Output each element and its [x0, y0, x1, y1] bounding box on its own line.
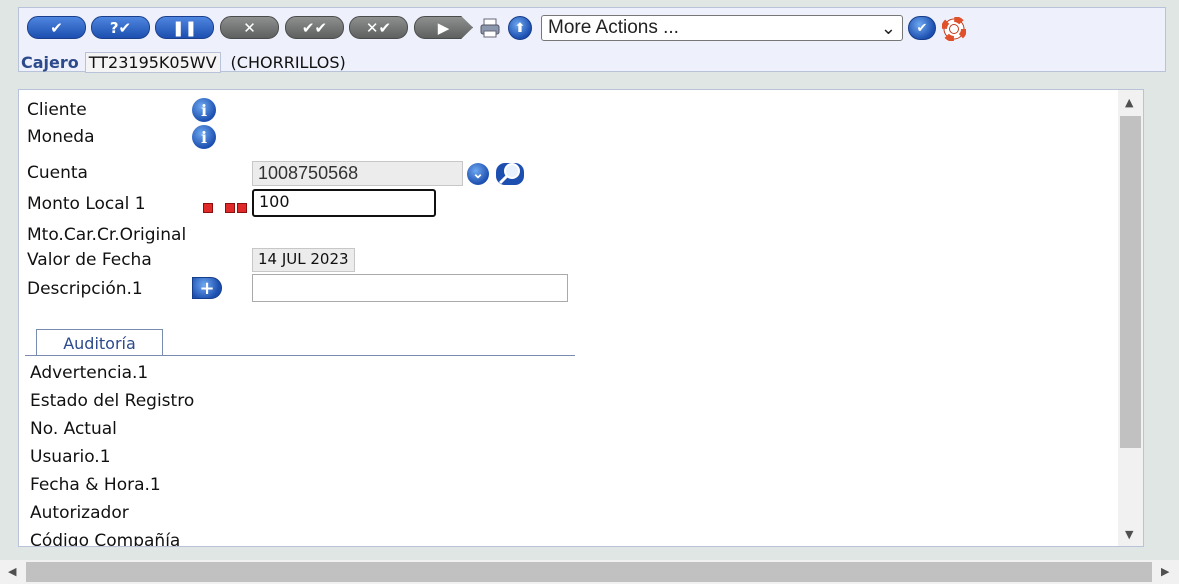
- lifebuoy-icon: [941, 16, 966, 41]
- delete-icon-button[interactable]: ✕: [220, 16, 279, 39]
- dropdown-button[interactable]: ⌄: [467, 163, 489, 185]
- mandatory-marker: [225, 203, 235, 213]
- scroll-up-icon[interactable]: ▲: [1125, 96, 1133, 109]
- descripcion-input[interactable]: [252, 274, 568, 302]
- scroll-thumb[interactable]: [1120, 116, 1141, 448]
- help-button[interactable]: [941, 16, 966, 41]
- authorise-icon-button[interactable]: ✔✔: [285, 16, 344, 39]
- fecha-hora-label: Fecha & Hora.1: [30, 475, 161, 495]
- chevron-down-icon: ⌄: [880, 18, 896, 38]
- close-icon: ✕: [243, 18, 256, 37]
- descripcion-label: Descripción.1: [27, 279, 143, 299]
- print-button[interactable]: [478, 16, 502, 40]
- info-icon[interactable]: i: [192, 98, 216, 122]
- printer-icon: [480, 18, 500, 38]
- estado-registro-label: Estado del Registro: [30, 391, 195, 411]
- mandatory-marker: [203, 203, 213, 213]
- moneda-label: Moneda: [27, 127, 95, 147]
- more-actions-value: More Actions ...: [548, 17, 679, 38]
- monto-local-input[interactable]: 100: [252, 189, 436, 217]
- double-check-icon: ✔✔: [301, 18, 328, 37]
- question-check-icon: ?✔: [109, 18, 132, 37]
- mto-car-label: Mto.Car.Cr.Original: [27, 225, 187, 245]
- cajero-id: TT23195K05WV: [84, 51, 221, 73]
- cuenta-field[interactable]: 1008750568: [252, 161, 463, 186]
- codigo-compania-label: Código Compañía: [30, 531, 181, 547]
- pause-icon: ❚❚: [171, 18, 198, 37]
- plus-icon: +: [199, 277, 215, 299]
- cliente-label: Cliente: [27, 100, 87, 120]
- play-icon: ▶: [437, 18, 450, 37]
- check-icon: ✔: [50, 18, 63, 37]
- cajero-branch: (CHORRILLOS): [230, 52, 346, 72]
- cuenta-label: Cuenta: [27, 163, 88, 183]
- magnifier-icon: [496, 163, 524, 185]
- monto-local-label: Monto Local 1: [27, 194, 146, 214]
- upload-button[interactable]: ⬆: [508, 16, 532, 40]
- horizontal-scrollbar[interactable]: ◀ ▶: [0, 560, 1179, 584]
- valor-fecha-label: Valor de Fecha: [27, 250, 152, 270]
- cross-check-icon: ✕✔: [365, 18, 392, 37]
- cajero-label: Cajero: [21, 52, 79, 72]
- more-actions-select[interactable]: More Actions ... ⌄: [541, 15, 903, 41]
- scroll-thumb[interactable]: [26, 562, 1152, 582]
- valor-fecha-field: 14 JUL 2023: [252, 248, 355, 272]
- tab-auditoria[interactable]: Auditoría: [36, 329, 163, 356]
- next-icon-button[interactable]: ▶: [414, 16, 473, 39]
- cajero-row: Cajero TT23195K05WV (CHORRILLOS): [21, 51, 346, 73]
- vertical-scrollbar[interactable]: ▲ ▼: [1118, 90, 1143, 546]
- usuario-label: Usuario.1: [30, 447, 111, 467]
- no-actual-label: No. Actual: [30, 419, 117, 439]
- hold-icon-button[interactable]: ❚❚: [155, 16, 214, 39]
- advertencia-label: Advertencia.1: [30, 363, 149, 383]
- chevron-down-icon: ⌄: [472, 166, 484, 182]
- validate-icon-button[interactable]: ?✔: [91, 16, 150, 39]
- go-button[interactable]: ✔: [908, 16, 936, 40]
- transaction-form: Cliente i Moneda i Cuenta 1008750568 ⌄ M…: [18, 89, 1144, 547]
- check-icon: ✔: [916, 20, 928, 36]
- toolbar: ✔ ?✔ ❚❚ ✕ ✔✔ ✕✔ ▶ ⬆ More Actions ... ⌄ ✔…: [18, 7, 1166, 73]
- expand-multivalue-button[interactable]: +: [192, 277, 222, 299]
- scroll-left-icon[interactable]: ◀: [8, 565, 16, 578]
- info-icon[interactable]: i: [192, 125, 216, 149]
- scroll-right-icon[interactable]: ▶: [1161, 565, 1169, 578]
- tab-divider: [25, 355, 575, 356]
- mandatory-marker: [237, 203, 247, 213]
- arrow-up-icon: ⬆: [514, 20, 526, 36]
- autorizador-label: Autorizador: [30, 503, 129, 523]
- search-button[interactable]: [495, 160, 525, 186]
- tab-label: Auditoría: [63, 333, 136, 353]
- commit-icon-button[interactable]: ✔: [27, 16, 86, 39]
- reverse-icon-button[interactable]: ✕✔: [349, 16, 408, 39]
- scroll-down-icon[interactable]: ▼: [1125, 528, 1133, 541]
